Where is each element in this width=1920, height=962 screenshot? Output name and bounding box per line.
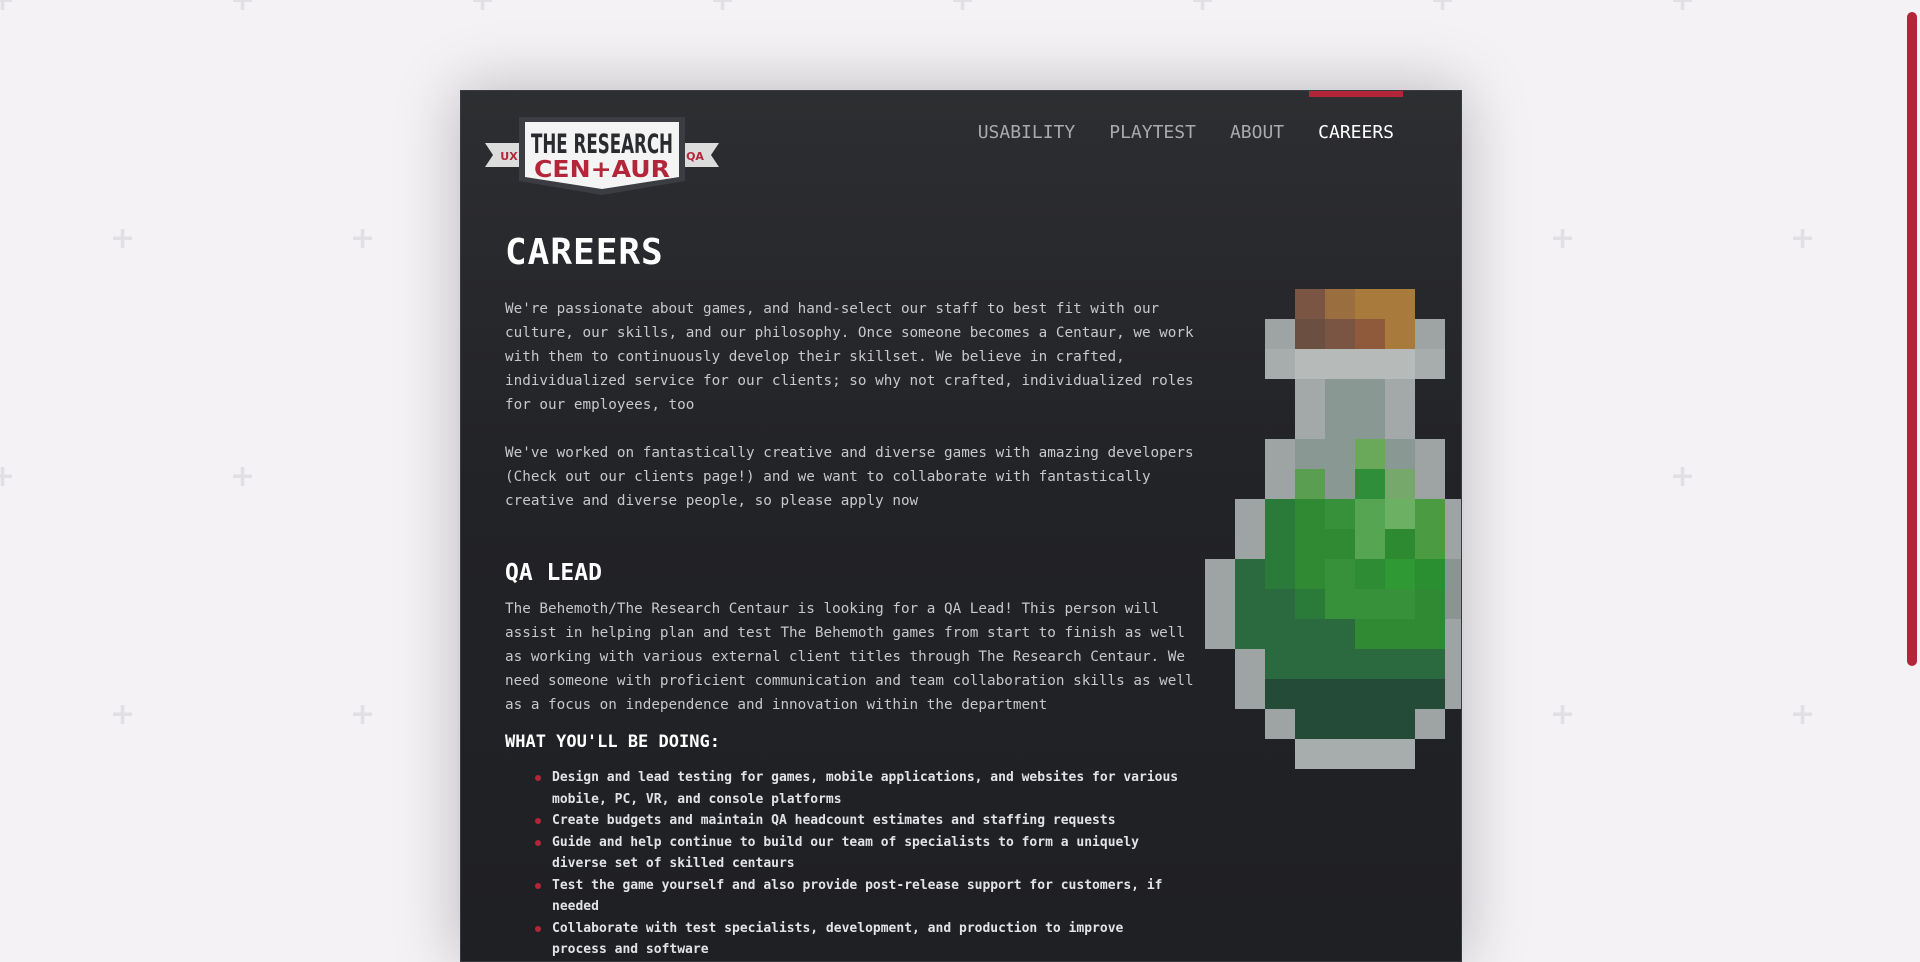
background-plus-icon: + — [710, 0, 736, 18]
background-plus-icon: + — [110, 697, 136, 732]
scrollbar-thumb[interactable] — [1907, 12, 1917, 666]
background-plus-icon: + — [230, 0, 256, 18]
duty-text: Guide and help continue to build our tea… — [552, 834, 1139, 872]
svg-text:THE RESEARCH: THE RESEARCH — [531, 129, 673, 160]
duty-text: Create budgets and maintain QA headcount… — [552, 813, 1116, 828]
duties-heading: WHAT YOU'LL BE DOING: — [505, 732, 720, 752]
bullet-icon — [535, 839, 541, 846]
job-description: The Behemoth/The Research Centaur is loo… — [505, 601, 1194, 713]
bullet-icon — [535, 775, 541, 781]
background-plus-icon: + — [950, 0, 976, 18]
svg-text:QA: QA — [686, 150, 704, 163]
duty-text: Collaborate with test specialists, devel… — [552, 920, 1124, 958]
intro-paragraph-2: We've worked on fantastically creative a… — [505, 445, 1194, 509]
background-plus-icon: + — [230, 459, 256, 494]
svg-text:UX: UX — [500, 150, 518, 163]
duty-item: Test the game yourself and also provide … — [505, 875, 1185, 918]
duty-item: Create budgets and maintain QA headcount… — [505, 810, 1185, 832]
background-plus-icon: + — [1790, 221, 1816, 256]
background-plus-icon: + — [0, 459, 16, 494]
background-plus-icon: + — [0, 0, 16, 18]
background-plus-icon: + — [1790, 697, 1816, 732]
bullet-icon — [535, 818, 541, 824]
page-panel: UX QA THE RESEARCH CEN+AUR USABILITY PLA… — [460, 90, 1462, 962]
page-title: CAREERS — [505, 232, 664, 273]
careers-content: CAREERS We're passionate about games, an… — [505, 231, 1205, 961]
main-nav: USABILITY PLAYTEST ABOUT CAREERS — [961, 91, 1411, 171]
nav-careers[interactable]: CAREERS — [1301, 91, 1411, 171]
background-plus-icon: + — [1550, 697, 1576, 732]
job-title: QA LEAD — [505, 560, 602, 586]
intro-paragraph-1: We're passionate about games, and hand-s… — [505, 301, 1194, 413]
background-plus-icon: + — [110, 221, 136, 256]
background-plus-icon: + — [1550, 221, 1576, 256]
duty-item: Collaborate with test specialists, devel… — [505, 918, 1185, 961]
svg-text:CEN+AUR: CEN+AUR — [534, 157, 670, 183]
bullet-icon — [535, 925, 541, 932]
background-plus-icon: + — [1430, 0, 1456, 18]
duty-text: Design and lead testing for games, mobil… — [552, 770, 1179, 807]
nav-usability[interactable]: USABILITY — [961, 91, 1093, 171]
page-scrollbar[interactable] — [1906, 0, 1920, 950]
background-plus-icon: + — [350, 697, 376, 732]
background-plus-icon: + — [1670, 0, 1696, 18]
nav-playtest[interactable]: PLAYTEST — [1092, 91, 1213, 171]
background-plus-icon: + — [470, 0, 496, 18]
duty-item: Guide and help continue to build our tea… — [505, 832, 1185, 875]
background-plus-icon: + — [1670, 459, 1696, 494]
duty-item: Design and lead testing for games, mobil… — [505, 767, 1185, 810]
research-centaur-logo[interactable]: UX QA THE RESEARCH CEN+AUR — [485, 115, 719, 195]
duties-list: Design and lead testing for games, mobil… — [505, 767, 1185, 961]
nav-about[interactable]: ABOUT — [1213, 91, 1301, 171]
background-plus-icon: + — [1190, 0, 1216, 18]
bullet-icon — [535, 882, 541, 889]
background-plus-icon: + — [350, 221, 376, 256]
pixel-potion-bottle-icon — [1205, 289, 1461, 769]
duty-text: Test the game yourself and also provide … — [552, 877, 1163, 915]
